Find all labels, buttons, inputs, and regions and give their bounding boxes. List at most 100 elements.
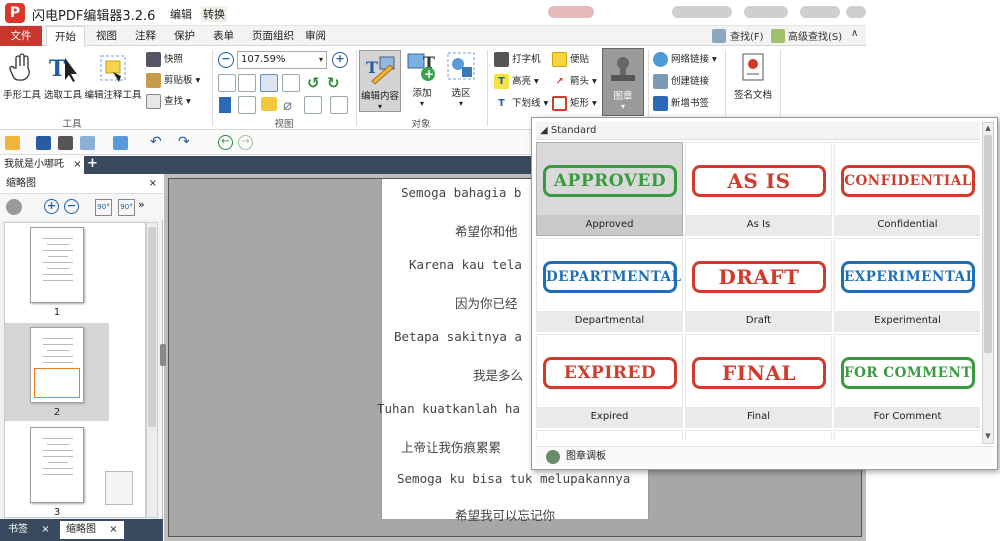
sign-document-button[interactable]: 签名文档 (730, 52, 776, 101)
zoom-in-icon[interactable]: + (332, 52, 348, 68)
fit-page-icon[interactable] (238, 74, 256, 92)
rectangle-button[interactable]: 矩形 ▾ (552, 95, 597, 113)
rotate-cw-icon[interactable]: 90° (118, 199, 135, 216)
back-icon[interactable]: ← (218, 135, 233, 150)
tab-page-organize[interactable]: 页面组织 (244, 26, 302, 46)
close-panel-icon[interactable]: × (149, 174, 157, 194)
rotate-right-icon[interactable]: ↻ (327, 74, 340, 92)
panel-splitter-handle[interactable] (160, 344, 166, 366)
underline-icon: T (498, 98, 505, 109)
stamp-option[interactable]: EXPERIMENTAL Experimental (834, 238, 980, 332)
stamp-palette-footer[interactable]: 图章调板 (536, 446, 994, 466)
copy-pages-icon[interactable] (105, 471, 133, 505)
stamp-category-header[interactable]: ◢ Standard (536, 122, 980, 140)
stamp-option[interactable]: DRAFT Draft (685, 238, 832, 332)
page-thumbnail[interactable] (30, 427, 84, 503)
rotate-left-icon[interactable]: ↺ (307, 74, 320, 92)
stamp-scrollbar-thumb[interactable] (984, 135, 992, 353)
stamp-option[interactable]: EXPIRED Expired (536, 334, 683, 428)
stamp-option[interactable]: DEPARTMENTAL Departmental (536, 238, 683, 332)
page-view-icon[interactable] (304, 96, 322, 114)
stamp-option[interactable]: FINAL Final (685, 334, 832, 428)
zoom-in-thumb-icon[interactable]: + (44, 199, 59, 214)
more-icon[interactable]: » (138, 198, 145, 211)
fit-visible-icon[interactable] (282, 74, 300, 92)
actual-size-icon[interactable] (218, 74, 236, 92)
save-icon[interactable] (36, 136, 51, 150)
zoom-input[interactable]: 107.59% ▾ (237, 51, 327, 69)
create-link-icon (653, 74, 668, 89)
zoom-out-thumb-icon[interactable]: − (64, 199, 79, 214)
thumbnails-tab[interactable]: 缩略图 × (60, 521, 124, 539)
cloud-icon[interactable] (113, 136, 128, 150)
gear-icon[interactable] (6, 199, 22, 215)
single-page-icon[interactable] (238, 96, 256, 114)
stamp-button[interactable]: 图章 ▾ (602, 48, 644, 116)
stamp-option[interactable]: FOR COMMENT For Comment (834, 334, 980, 428)
comment-view-icon[interactable] (261, 97, 277, 111)
stamp-option-partial[interactable] (536, 430, 683, 440)
selection-label: 选区 (451, 88, 471, 99)
tab-view[interactable]: 视图 (88, 26, 125, 46)
page-thumbnail[interactable] (30, 227, 84, 303)
title-tab-convert[interactable]: 转换 (201, 6, 227, 22)
annot-tool-button[interactable]: 编辑注释工具 (84, 52, 142, 101)
rotate-ccw-icon[interactable]: 90° (95, 199, 112, 216)
undo-icon[interactable]: ↶ (150, 134, 162, 150)
forward-icon[interactable]: → (238, 135, 253, 150)
hand-tool-button[interactable]: 手形工具 (2, 52, 42, 101)
thumbnail-scrollbar[interactable] (146, 222, 158, 518)
clipboard-button[interactable]: 剪贴板 ▾ (146, 72, 200, 90)
tab-comment[interactable]: 注释 (127, 26, 164, 46)
tab-file[interactable]: 文件 (0, 26, 42, 46)
stamp-scrollbar[interactable]: ▲ ▼ (982, 122, 994, 444)
arrow-button[interactable]: ↗ 箭头 ▾ (552, 73, 597, 91)
stamp-option-partial[interactable] (834, 430, 980, 440)
underline-label: 下划线 (512, 98, 541, 109)
object-group-label: 对象 (411, 119, 431, 130)
find-button[interactable]: 查找 ▾ (146, 93, 191, 111)
scrollbar-thumb[interactable] (148, 227, 156, 427)
fit-width-icon[interactable] (260, 74, 278, 92)
settings-view-icon[interactable] (330, 96, 348, 114)
zoom-out-icon[interactable]: − (218, 52, 234, 68)
stamp-option-partial[interactable] (685, 430, 832, 440)
page-thumbnail-selected[interactable] (30, 327, 84, 403)
snapshot-button[interactable]: 快照 (146, 51, 183, 69)
stamp-option[interactable]: APPROVED Approved (536, 142, 683, 236)
typewriter-button[interactable]: 打字机 (494, 51, 541, 69)
sticky-note-button[interactable]: 便贴 (552, 51, 589, 69)
redo-icon[interactable]: ↷ (178, 134, 190, 150)
arrow-icon: ↗ (555, 76, 564, 87)
document-tab[interactable]: 我就是小哪吒 × (0, 156, 84, 174)
close-tab-icon[interactable]: × (73, 159, 81, 170)
collapse-ribbon-button[interactable]: ∧ (851, 28, 858, 39)
add-button[interactable]: T + 添加 ▾ (404, 50, 440, 108)
tab-protect[interactable]: 保护 (166, 26, 203, 46)
new-tab-icon[interactable]: + (87, 156, 98, 171)
svg-text:+: + (424, 67, 434, 81)
bookmark-view-icon[interactable] (219, 97, 231, 113)
stamp-option[interactable]: AS IS As Is (685, 142, 832, 236)
web-link-button[interactable]: 网络链接 ▾ (653, 51, 717, 69)
bookmarks-tab[interactable]: 书签 × (2, 521, 56, 539)
selection-button[interactable]: 选区 ▾ (443, 50, 479, 108)
tab-review[interactable]: 审阅 (297, 26, 334, 46)
title-tab-edit[interactable]: 编辑 (170, 6, 192, 22)
print-icon[interactable] (58, 136, 73, 150)
advanced-search-button[interactable]: 高级查找(S) (788, 28, 842, 43)
stamp-option[interactable]: CONFIDENTIAL Confidential (834, 142, 980, 236)
create-link-button[interactable]: 创建链接 (653, 73, 709, 91)
select-tool-button[interactable]: T 选取工具 (42, 52, 84, 101)
highlight-button[interactable]: T 高亮 ▾ (494, 73, 539, 91)
email-icon[interactable] (80, 136, 95, 150)
tab-home[interactable]: 开始 (46, 26, 85, 47)
edit-content-button[interactable]: T 编辑内容 ▾ (359, 50, 401, 112)
tab-form[interactable]: 表单 (205, 26, 242, 46)
search-button[interactable]: 查找(F) (730, 28, 764, 43)
attachment-icon[interactable]: ⌀ (283, 96, 292, 114)
add-bookmark-button[interactable]: 新增书签 (653, 95, 709, 113)
underline-button[interactable]: T 下划线 ▾ (494, 95, 548, 113)
open-folder-icon[interactable] (5, 136, 20, 150)
selection-area-icon (445, 50, 477, 82)
